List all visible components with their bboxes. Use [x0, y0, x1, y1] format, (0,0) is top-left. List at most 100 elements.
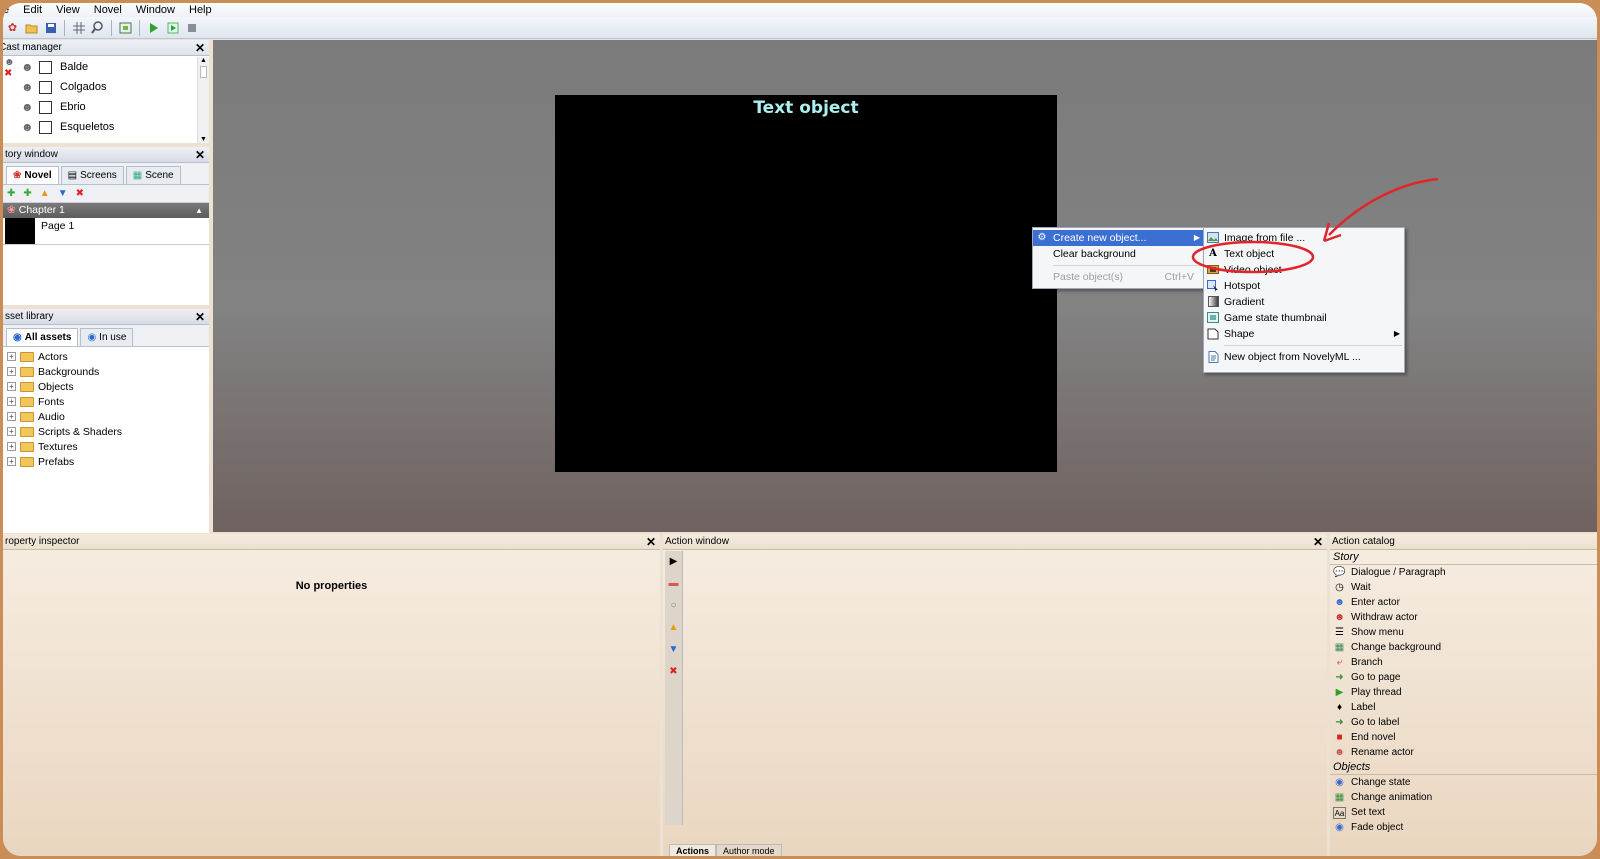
catalog-item[interactable]: Aa Set text	[1330, 805, 1597, 820]
menu-item-gradient[interactable]: Gradient	[1204, 294, 1404, 310]
catalog-item[interactable]: ▶ Play thread	[1330, 685, 1597, 700]
play-icon[interactable]	[146, 20, 161, 35]
catalog-item[interactable]: ☻ Enter actor	[1330, 595, 1597, 610]
zoom-icon[interactable]	[90, 20, 105, 35]
catalog-heading-objects: Objects	[1330, 760, 1597, 775]
catalog-item[interactable]: ⤶ Branch	[1330, 655, 1597, 670]
scroll-thumb[interactable]	[200, 66, 207, 78]
catalog-item[interactable]: ☰ Show menu	[1330, 625, 1597, 640]
remove-line-icon[interactable]: ▬	[665, 573, 682, 595]
close-icon[interactable]: ✕	[1313, 534, 1323, 550]
add-page-icon[interactable]: ✚	[23, 188, 31, 199]
close-icon[interactable]: ✕	[195, 309, 205, 325]
menu-item-shape[interactable]: Shape ▶	[1204, 326, 1404, 342]
catalog-item[interactable]: ◉ Fade object	[1330, 820, 1597, 835]
tab-novel[interactable]: ❀ Novel	[6, 166, 59, 184]
cast-item[interactable]: ☻ Ebrio	[3, 97, 195, 117]
page-item[interactable]: Page 1	[3, 218, 209, 245]
collapse-icon[interactable]: ▲	[195, 203, 203, 218]
tab-screens[interactable]: ▤ Screens	[60, 166, 124, 184]
catalog-item[interactable]: 💬 Dialogue / Paragraph	[1330, 565, 1597, 580]
catalog-item[interactable]: ➜ Go to page	[1330, 670, 1597, 685]
tree-folder[interactable]: + Fonts	[3, 394, 209, 409]
catalog-item[interactable]: ▦ Change background	[1330, 640, 1597, 655]
tree-folder[interactable]: + Backgrounds	[3, 364, 209, 379]
goto-page-icon: ➜	[1335, 671, 1344, 683]
close-icon[interactable]: ✕	[646, 534, 656, 550]
menu-item-game-state-thumbnail[interactable]: Game state thumbnail	[1204, 310, 1404, 326]
expand-icon[interactable]: +	[7, 412, 16, 421]
open-folder-icon[interactable]	[24, 20, 39, 35]
action-catalog-title-text: Action catalog	[1332, 536, 1395, 547]
checkbox[interactable]	[39, 120, 52, 134]
checkbox[interactable]	[39, 60, 52, 74]
tree-folder[interactable]: + Scripts & Shaders	[3, 424, 209, 439]
tree-folder[interactable]: + Objects	[3, 379, 209, 394]
play-page-icon[interactable]	[165, 20, 180, 35]
close-icon[interactable]: ✕	[195, 40, 205, 56]
tab-all-assets[interactable]: ◉ All assets	[6, 328, 79, 346]
context-menu: ⚙ Create new object... ▶ Clear backgroun…	[1032, 227, 1205, 289]
tree-folder[interactable]: + Prefabs	[3, 454, 209, 469]
add-chapter-icon[interactable]: ✚	[7, 188, 15, 199]
checkbox[interactable]	[39, 80, 52, 94]
scroll-down-icon[interactable]: ▼	[198, 136, 209, 143]
move-down-icon[interactable]: ▼	[665, 639, 682, 661]
catalog-item[interactable]: ◷ Wait	[1330, 580, 1597, 595]
menu-novel[interactable]: Novel	[87, 3, 129, 17]
toolbar-separator	[139, 19, 140, 36]
menu-item-create-new-object[interactable]: ⚙ Create new object... ▶	[1033, 230, 1204, 246]
expand-icon[interactable]: +	[7, 427, 16, 436]
catalog-item[interactable]: ☻ Rename actor	[1330, 745, 1597, 760]
canvas-text-object[interactable]: Text object	[555, 98, 1057, 118]
tab-scene[interactable]: ▦ Scene	[125, 166, 181, 184]
menu-file[interactable]: e	[3, 3, 16, 17]
scroll-up-icon[interactable]: ▲	[198, 57, 209, 64]
expand-icon[interactable]: +	[7, 352, 16, 361]
tab-author-mode[interactable]: Author mode	[716, 844, 782, 856]
catalog-item[interactable]: ➜ Go to label	[1330, 715, 1597, 730]
catalog-item[interactable]: ◉ Change state	[1330, 775, 1597, 790]
save-icon[interactable]	[43, 20, 58, 35]
menu-help[interactable]: Help	[182, 3, 219, 17]
expand-icon[interactable]: +	[7, 457, 16, 466]
new-icon[interactable]: ✿	[5, 20, 20, 35]
catalog-item[interactable]: ■ End novel	[1330, 730, 1597, 745]
catalog-item-label: Dialogue / Paragraph	[1351, 567, 1446, 578]
close-icon[interactable]: ✕	[195, 147, 205, 163]
chapter-header[interactable]: ❀ Chapter 1 ▲	[3, 203, 209, 218]
tree-folder[interactable]: + Actors	[3, 349, 209, 364]
menu-view[interactable]: View	[49, 3, 87, 17]
delete-icon[interactable]: ✖	[76, 188, 84, 199]
cast-scrollbar[interactable]: ▲ ▼	[197, 57, 209, 143]
scene-canvas[interactable]: Text object	[555, 95, 1057, 472]
delete-icon[interactable]: ✖	[665, 661, 682, 683]
expand-icon[interactable]: +	[7, 442, 16, 451]
tree-folder[interactable]: + Textures	[3, 439, 209, 454]
catalog-item[interactable]: ☻ Withdraw actor	[1330, 610, 1597, 625]
cast-item[interactable]: ☻ Balde	[3, 57, 195, 77]
move-up-icon[interactable]: ▲	[665, 617, 682, 639]
tab-actions[interactable]: Actions	[669, 844, 717, 856]
menu-window[interactable]: Window	[129, 3, 182, 17]
grid-icon[interactable]	[71, 20, 86, 35]
menu-item-new-object-from-novelyml[interactable]: New object from NovelyML ...	[1204, 349, 1404, 365]
catalog-item[interactable]: ♦ Label	[1330, 700, 1597, 715]
expand-icon[interactable]: +	[7, 382, 16, 391]
menu-item-clear-background[interactable]: Clear background	[1033, 246, 1204, 262]
menu-edit[interactable]: Edit	[16, 3, 49, 17]
cast-item[interactable]: ☻ Esqueletos	[3, 117, 195, 137]
stop-icon[interactable]	[184, 20, 199, 35]
frame-icon[interactable]	[118, 20, 133, 35]
expand-icon[interactable]: +	[7, 367, 16, 376]
tab-in-use[interactable]: ◉ In use	[80, 328, 134, 346]
cast-item[interactable]: ☻ Colgados	[3, 77, 195, 97]
tree-folder[interactable]: + Audio	[3, 409, 209, 424]
comment-icon[interactable]: ○	[665, 595, 682, 617]
insert-action-icon[interactable]: ▶	[665, 551, 682, 573]
move-up-icon[interactable]: ▲	[40, 188, 50, 199]
checkbox[interactable]	[39, 100, 52, 114]
catalog-item[interactable]: ▦ Change animation	[1330, 790, 1597, 805]
move-down-icon[interactable]: ▼	[58, 188, 68, 199]
expand-icon[interactable]: +	[7, 397, 16, 406]
